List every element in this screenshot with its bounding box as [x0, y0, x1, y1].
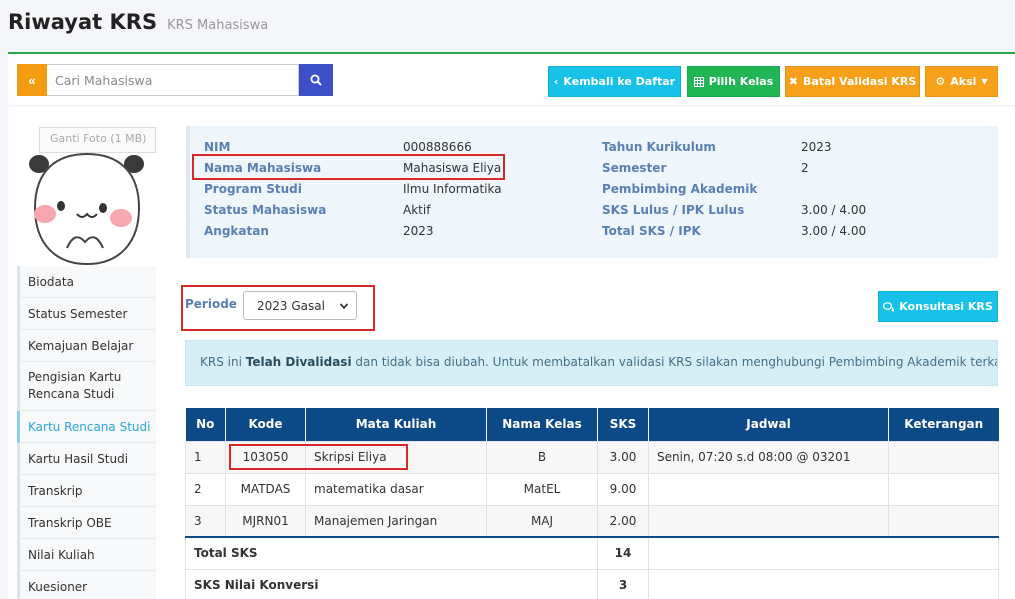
sidebar-item-kartu-rencana-studi[interactable]: Kartu Rencana Studi [17, 411, 156, 443]
angkatan-value: 2023 [403, 224, 434, 238]
sks-lulus-label: SKS Lulus / IPK Lulus [602, 203, 745, 217]
col-no: No [185, 408, 226, 441]
prodi-label: Program Studi [204, 182, 302, 196]
semester-value: 2 [801, 161, 809, 175]
sidebar-item-kemajuan-belajar[interactable]: Kemajuan Belajar [17, 330, 156, 362]
chat-icon [883, 301, 895, 312]
col-nama-kelas: Nama Kelas [486, 408, 598, 441]
nim-value: 000888666 [403, 140, 472, 154]
profile-photo-area: Ganti Foto (1 MB) [17, 126, 156, 266]
col-mata-kuliah: Mata Kuliah [305, 408, 487, 441]
batal-validasi-button[interactable]: ✖ Batal Validasi KRS [785, 66, 920, 97]
double-chevron-left-icon: « [28, 72, 36, 88]
sks-konversi-row: SKS Nilai Konversi 3 [185, 568, 999, 599]
col-kode: Kode [225, 408, 306, 441]
col-sks: SKS [597, 408, 649, 441]
semester-label: Semester [602, 161, 667, 175]
angkatan-label: Angkatan [204, 224, 269, 238]
sidebar-nav: Biodata Status Semester Kemajuan Belajar… [17, 266, 156, 599]
page-header: Riwayat KRS KRS Mahasiswa [8, 10, 268, 40]
col-jadwal: Jadwal [648, 408, 889, 441]
search-input[interactable] [47, 64, 299, 96]
highlight-skripsi [229, 444, 408, 470]
table-row: 3 MJRN01 Manajemen Jaringan MAJ 2.00 [185, 504, 999, 538]
sidebar-item-nilai-kuliah[interactable]: Nilai Kuliah [17, 539, 156, 571]
close-icon: ✖ [788, 75, 798, 88]
page-title: Riwayat KRS [8, 10, 158, 34]
pembimbing-label: Pembimbing Akademik [602, 182, 758, 196]
search-icon [310, 74, 322, 86]
kembali-ke-daftar-button[interactable]: ‹ Kembali ke Daftar [548, 66, 681, 97]
table-row: 2 MATDAS matematika dasar MatEL 9.00 [185, 472, 999, 506]
search-group: « [17, 64, 333, 96]
table-icon [693, 76, 704, 87]
total-sks-value: 3.00 / 4.00 [801, 224, 867, 238]
gear-icon: ⚙ [935, 75, 946, 88]
sidebar-item-status-semester[interactable]: Status Semester [17, 298, 156, 330]
konsultasi-krs-button[interactable]: Konsultasi KRS [878, 291, 998, 322]
sks-lulus-value: 3.00 / 4.00 [801, 203, 867, 217]
back-search-button[interactable]: « [17, 64, 47, 96]
kurikulum-label: Tahun Kurikulum [602, 140, 716, 154]
sidebar-item-transkrip[interactable]: Transkrip [17, 475, 156, 507]
pilih-kelas-button[interactable]: Pilih Kelas [687, 66, 780, 97]
sidebar-item-pengisian-krs[interactable]: Pengisian Kartu Rencana Studi [17, 362, 156, 411]
status-value: Aktif [403, 203, 431, 217]
col-keterangan: Keterangan [888, 408, 999, 441]
student-info-panel: NIM 000888666 Nama Mahasiswa Mahasiswa E… [186, 126, 998, 258]
kurikulum-value: 2023 [801, 140, 832, 154]
validation-alert: KRS ini Telah Divalidasi dan tidak bisa … [185, 340, 998, 386]
total-sks-row: Total SKS 14 [185, 536, 999, 570]
search-button[interactable] [299, 64, 333, 96]
nim-label: NIM [204, 140, 231, 154]
avatar[interactable] [27, 148, 147, 266]
sidebar-item-biodata[interactable]: Biodata [17, 266, 156, 298]
table-header-row: No Kode Mata Kuliah Nama Kelas SKS Jadwa… [185, 408, 999, 441]
prodi-value: Ilmu Informatika [403, 182, 502, 196]
main-card: « ‹ Kembali ke Daftar Pilih Kelas ✖ Bata… [8, 52, 1015, 599]
highlight-nama [192, 154, 505, 180]
toolbar: « ‹ Kembali ke Daftar Pilih Kelas ✖ Bata… [8, 54, 1015, 106]
total-sks-label: Total SKS / IPK [602, 224, 701, 238]
krs-table: No Kode Mata Kuliah Nama Kelas SKS Jadwa… [185, 408, 999, 599]
status-label: Status Mahasiswa [204, 203, 327, 217]
sidebar-item-transkrip-obe[interactable]: Transkrip OBE [17, 507, 156, 539]
caret-down-icon: ▼ [981, 77, 988, 86]
aksi-dropdown-button[interactable]: ⚙ Aksi ▼ [925, 66, 998, 97]
sidebar-item-kuesioner[interactable]: Kuesioner [17, 571, 156, 599]
sidebar-item-kartu-hasil-studi[interactable]: Kartu Hasil Studi [17, 443, 156, 475]
chevron-left-icon: ‹ [553, 75, 559, 88]
highlight-periode [181, 285, 375, 331]
page-subtitle: KRS Mahasiswa [167, 18, 269, 33]
